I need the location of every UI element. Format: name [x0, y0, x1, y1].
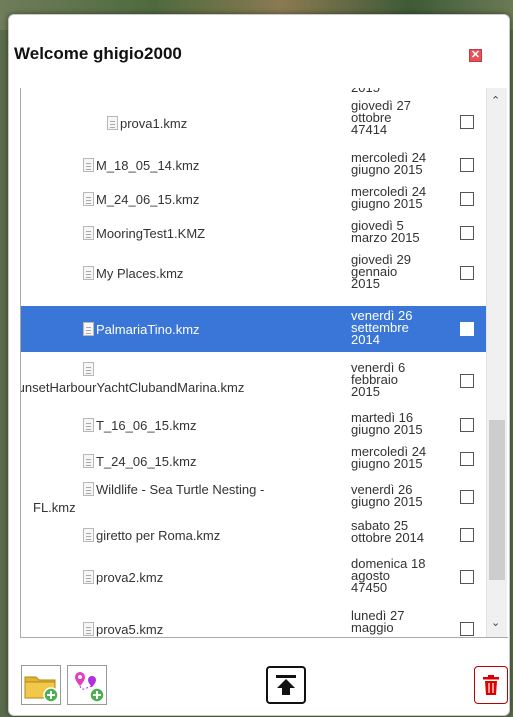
list-item[interactable]: M_18_05_14.kmz mercoledì 24 giugno 2015: [21, 148, 486, 182]
list-item[interactable]: SunsetHarbourYachtClubandMarina.kmz vene…: [21, 356, 486, 404]
file-icon: [83, 622, 94, 636]
scroll-down-icon[interactable]: ⌄: [491, 616, 500, 629]
file-icon: [83, 482, 94, 496]
upload-button[interactable]: [266, 666, 306, 704]
file-icon: [107, 116, 118, 130]
file-date: mercoledì 24 giugno 2015: [351, 184, 427, 211]
file-checkbox[interactable]: [460, 192, 474, 206]
close-icon[interactable]: ✕: [469, 49, 482, 62]
file-date: giovedì 27 ottobre 47414: [351, 98, 411, 137]
list-item[interactable]: My Places.kmz giovedì 29 gennaio 2015: [21, 250, 486, 294]
file-icon: [83, 192, 94, 206]
file-icon: [83, 570, 94, 584]
file-checkbox[interactable]: [460, 490, 474, 504]
file-checkbox[interactable]: [460, 570, 474, 584]
list-scrollbar[interactable]: ⌃ ⌄: [486, 88, 507, 637]
dialog-title: Welcome ghigio2000: [14, 44, 182, 63]
file-name: M_24_06_15.kmz: [96, 192, 200, 207]
file-icon: [83, 226, 94, 240]
file-checkbox[interactable]: [460, 322, 474, 336]
file-name: MooringTest1.KMZ: [96, 226, 206, 241]
file-date: venerdì 6 febbraio 2015: [351, 360, 406, 399]
file-name: PalmariaTino.kmz: [96, 322, 200, 337]
file-icon: [83, 158, 94, 172]
file-checkbox[interactable]: [460, 418, 474, 432]
file-date: sabato 25 ottobre 2014: [351, 518, 425, 545]
add-folder-button[interactable]: [21, 665, 61, 705]
scroll-up-icon[interactable]: ⌃: [491, 94, 500, 107]
list-item-partial: 2015: [21, 88, 486, 100]
file-list[interactable]: 2015 prova1.kmz giovedì 27ottobre47414 M…: [20, 88, 508, 638]
file-checkbox[interactable]: [460, 266, 474, 280]
file-icon: [83, 266, 94, 280]
file-name: My Places.kmz: [96, 266, 184, 281]
folder-add-icon: [24, 676, 59, 703]
list-item[interactable]: MooringTest1.KMZ giovedì 5 marzo 2015: [21, 216, 486, 250]
file-name: prova2.kmz: [96, 570, 164, 585]
file-date: giovedì 5 marzo 2015: [351, 218, 420, 245]
places-add-icon: [75, 672, 105, 703]
file-name: prova5.kmz: [96, 622, 164, 637]
file-name: prova1.kmz: [120, 116, 188, 131]
file-date: venerdì 26 giugno 2015: [351, 482, 423, 509]
file-date: giovedì 29 gennaio 2015: [351, 252, 411, 291]
file-checkbox[interactable]: [460, 115, 474, 129]
file-date: lunedì 27 maggio: [351, 608, 405, 635]
list-item[interactable]: prova1.kmz giovedì 27 ottobre 47414: [21, 98, 486, 148]
file-name: T_24_06_15.kmz: [96, 454, 197, 469]
file-icon: [83, 454, 94, 468]
list-item[interactable]: M_24_06_15.kmz mercoledì 24 giugno 2015: [21, 182, 486, 216]
trash-icon: [483, 675, 499, 695]
file-date: venerdì 26 settembre 2014: [351, 308, 413, 347]
file-name: T_16_06_15.kmz: [96, 418, 197, 433]
list-item-selected[interactable]: PalmariaTino.kmz venerdì 26 settembre 2014: [21, 306, 486, 352]
file-checkbox[interactable]: [460, 158, 474, 172]
file-name: SunsetHarbourYachtClubandMarina.kmz: [20, 380, 245, 395]
file-checkbox[interactable]: [460, 226, 474, 240]
list-item[interactable]: T_16_06_15.kmz martedì 16 giugno 2015: [21, 404, 486, 438]
list-item[interactable]: giretto per Roma.kmz sabato 25 ottobre 20…: [21, 516, 486, 550]
file-checkbox[interactable]: [460, 622, 474, 636]
file-checkbox[interactable]: [460, 528, 474, 542]
file-icon: [83, 322, 94, 336]
upload-icon: [276, 675, 296, 695]
file-date: martedì 16 giugno 2015: [351, 410, 423, 437]
list-item[interactable]: prova2.kmz domenica 18 agosto 47450: [21, 554, 486, 598]
file-name: M_18_05_14.kmz: [96, 158, 200, 173]
file-date: mercoledì 24 giugno 2015: [351, 150, 427, 177]
file-name: Wildlife - Sea Turtle Nesting -: [96, 482, 265, 497]
scroll-thumb[interactable]: [489, 420, 505, 580]
file-date: mercoledì 24 giugno 2015: [351, 444, 427, 471]
delete-button[interactable]: [474, 666, 508, 704]
add-places-button[interactable]: [67, 665, 107, 705]
file-name-cont: FL.kmz: [33, 500, 76, 515]
file-icon: [83, 362, 94, 376]
file-checkbox[interactable]: [460, 374, 474, 388]
file-checkbox[interactable]: [460, 452, 474, 466]
file-icon: [83, 418, 94, 432]
file-name: giretto per Roma.kmz: [96, 528, 221, 543]
file-date: domenica 18 agosto 47450: [351, 556, 426, 595]
list-item[interactable]: Wildlife - Sea Turtle Nesting - FL.kmz v…: [21, 472, 486, 515]
file-icon: [83, 528, 94, 542]
list-item[interactable]: prova5.kmz lunedì 27 maggio: [21, 606, 486, 637]
list-item[interactable]: T_24_06_15.kmz mercoledì 24 giugno 2015: [21, 438, 486, 472]
